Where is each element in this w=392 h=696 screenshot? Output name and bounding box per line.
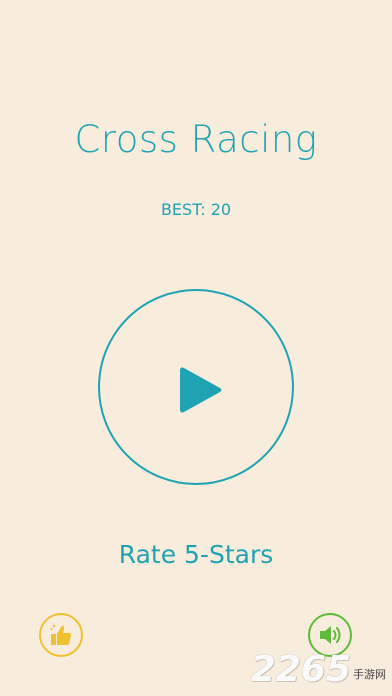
thumbs-up-icon bbox=[50, 624, 71, 645]
play-button[interactable] bbox=[98, 289, 294, 485]
play-icon bbox=[180, 367, 222, 413]
watermark-number: 2265 bbox=[250, 649, 351, 690]
game-title: Cross Racing bbox=[74, 118, 318, 161]
best-score: BEST: 20 bbox=[160, 200, 232, 219]
rate-button[interactable]: Rate 5-Stars bbox=[0, 540, 392, 569]
like-button[interactable] bbox=[39, 613, 83, 657]
watermark-logo: 2265 手游网 bbox=[251, 652, 386, 688]
watermark-text: 手游网 bbox=[353, 668, 386, 681]
speaker-icon bbox=[320, 626, 341, 644]
